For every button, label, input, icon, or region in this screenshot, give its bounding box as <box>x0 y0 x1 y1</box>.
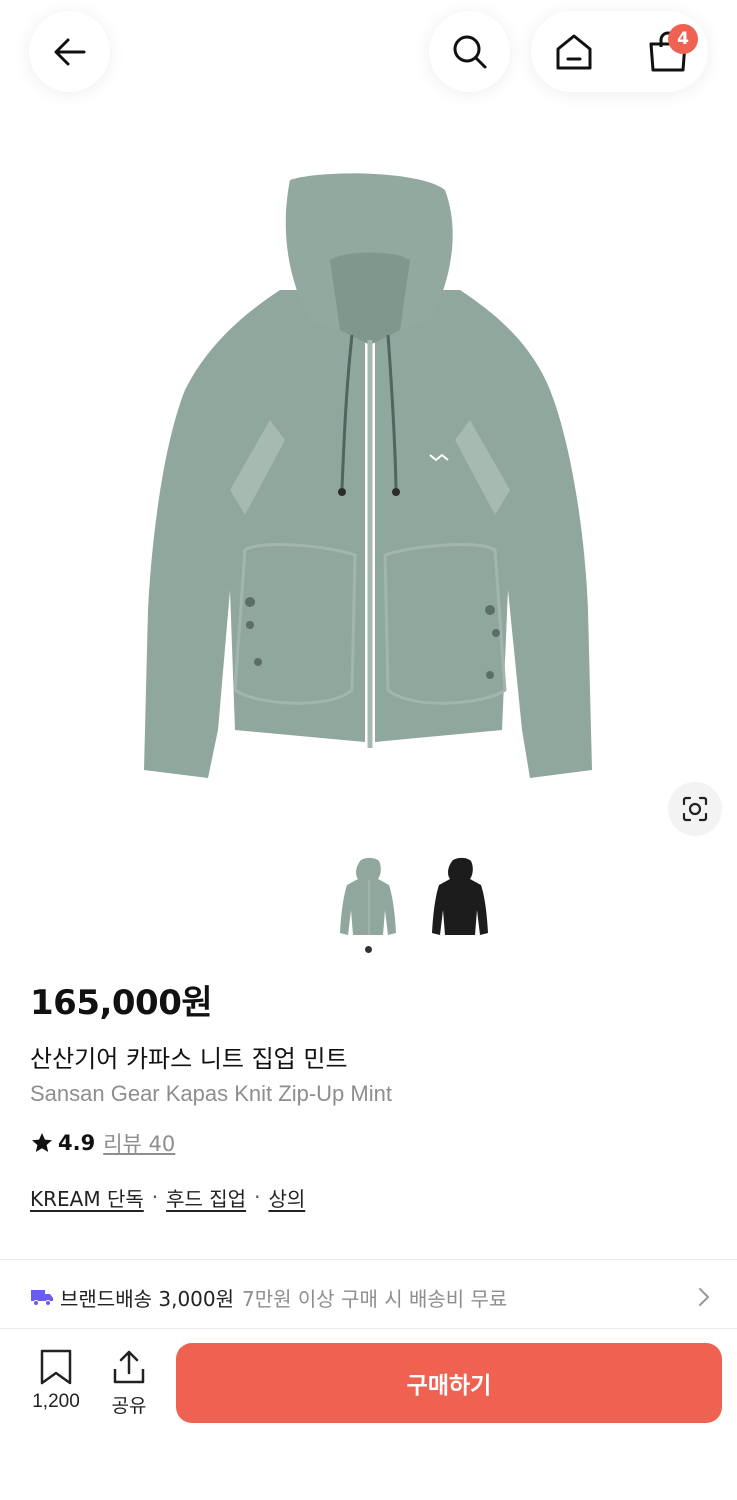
top-bar: 4 <box>0 0 737 110</box>
product-info: 165,000원 산산기어 카파스 니트 집업 민트 Sansan Gear K… <box>30 978 710 1212</box>
bookmark-icon <box>40 1349 72 1385</box>
share-icon <box>113 1350 145 1384</box>
tag-hood-zipup[interactable]: 후드 집업 <box>166 1183 246 1212</box>
shipping-note: 7만원 이상 구매 시 배송비 무료 <box>242 1286 508 1311</box>
home-icon[interactable] <box>553 31 595 73</box>
share-button[interactable]: 공유 <box>100 1349 158 1421</box>
tag-separator: · <box>254 1185 261 1209</box>
shipping-info-row[interactable]: 브랜드배송 3,000원 7만원 이상 구매 시 배송비 무료 <box>30 1270 720 1324</box>
section-divider <box>0 1259 737 1260</box>
tag-separator: · <box>151 1185 159 1209</box>
jacket-illustration <box>144 173 592 778</box>
cart-count-badge: 4 <box>668 24 698 54</box>
shipping-label: 브랜드배송 3,000원 <box>60 1286 235 1311</box>
search-icon <box>453 35 486 68</box>
search-button[interactable] <box>429 11 510 92</box>
bookmark-button[interactable]: 1,200 <box>22 1349 90 1421</box>
share-label: 공유 <box>111 1395 147 1417</box>
rating-value: 4.9 <box>58 1131 96 1155</box>
back-button[interactable] <box>29 11 110 92</box>
review-count-link[interactable]: 리뷰 40 <box>103 1128 175 1158</box>
product-image[interactable] <box>130 170 610 790</box>
carousel-indicator-dot <box>365 946 372 953</box>
image-search-button[interactable] <box>668 782 722 836</box>
arrow-left-icon <box>54 38 85 65</box>
bottom-action-bar: 1,200 공유 구매하기 <box>0 1328 737 1500</box>
thumbnail-black[interactable] <box>425 855 495 943</box>
buy-button[interactable]: 구매하기 <box>176 1343 722 1423</box>
tag-kream-exclusive[interactable]: KREAM 단독 <box>30 1183 144 1212</box>
chevron-right-icon <box>699 1288 709 1306</box>
bookmark-count: 1,200 <box>32 1391 80 1412</box>
product-price: 165,000원 <box>30 983 213 1023</box>
category-tags: KREAM 단독 · 후드 집업 · 상의 <box>30 1182 710 1212</box>
product-name-english: Sansan Gear Kapas Knit Zip-Up Mint <box>30 1081 392 1106</box>
delivery-truck-icon <box>31 1290 53 1306</box>
thumbnail-mint[interactable] <box>333 855 403 943</box>
color-thumbnails <box>0 855 737 945</box>
camera-scan-icon <box>682 796 708 822</box>
tag-tops[interactable]: 상의 <box>268 1183 305 1212</box>
star-icon <box>32 1133 52 1152</box>
product-name-korean: 산산기어 카파스 니트 집업 민트 <box>30 1045 348 1073</box>
rating-row: 4.9 리뷰 40 <box>30 1128 710 1158</box>
